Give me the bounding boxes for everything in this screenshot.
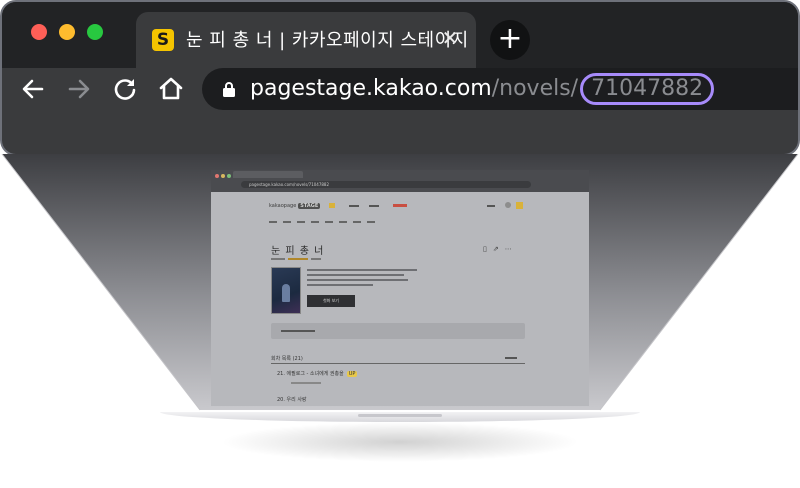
mini-browser-chrome: pagestage.kakao.com/novels/71047882 — [211, 170, 589, 192]
mini-sort-toggle — [505, 355, 517, 360]
mini-url-text: pagestage.kakao.com/novels/71047882 — [249, 182, 330, 187]
mini-site-logo: kakaopage STAGE — [269, 203, 321, 209]
mini-notice-box — [271, 323, 525, 339]
mini-novel-title: 눈 피 총 너 — [271, 246, 325, 257]
home-icon[interactable] — [154, 72, 188, 106]
mini-stage-icon — [516, 202, 523, 209]
mini-episode-number: 20. — [277, 397, 285, 403]
mini-episode-row: 20. 우리 사랑 — [277, 396, 307, 403]
mini-maximize-dot — [227, 174, 231, 178]
mini-bookmark-icon: ▯ — [483, 245, 493, 253]
browser-window: S 눈 피 총 너 | 카카오페이지 스테이지 ✕ + pagestage.ka… — [0, 0, 800, 156]
mini-novel-meta — [271, 256, 321, 261]
laptop-screen: pagestage.kakao.com/novels/71047882 kaka… — [211, 170, 589, 406]
mini-nav-icon — [329, 203, 335, 208]
url-path: /novels/ — [491, 76, 579, 101]
mini-nav-item — [349, 205, 359, 207]
mini-subnav — [269, 219, 381, 224]
mini-notice-text — [281, 330, 315, 332]
mini-avatar — [505, 202, 511, 208]
url-domain: pagestage.kakao.com — [250, 76, 492, 101]
url-novel-id-highlight: 71047882 — [580, 73, 715, 105]
mini-minimize-dot — [221, 174, 225, 178]
mini-episode-row: 21. 에필로그 - 소녀에게 권총을 UP — [277, 370, 358, 377]
mini-logo-text: kakaopage — [269, 203, 297, 209]
mini-nav-badge — [393, 204, 407, 207]
maximize-window-button[interactable] — [87, 24, 103, 40]
back-arrow-icon[interactable] — [16, 72, 50, 106]
mini-cover-image — [271, 267, 301, 314]
mini-close-dot — [215, 174, 219, 178]
minimize-window-button[interactable] — [59, 24, 75, 40]
laptop-notch — [358, 414, 442, 417]
new-tab-button[interactable]: + — [490, 20, 530, 60]
mini-episode-badge: UP — [346, 371, 358, 377]
mini-action-icons: ▯⇗⋯ — [483, 245, 518, 253]
mini-episode-number: 21. — [277, 371, 285, 377]
mini-episode-title: 에필로그 - 소녀에게 권총을 — [286, 371, 344, 377]
reload-icon[interactable] — [108, 72, 142, 106]
forward-arrow-icon[interactable] — [62, 72, 96, 106]
mini-episode-list-label: 회차 목록 (21) — [271, 356, 303, 362]
mini-logo-badge: STAGE — [298, 203, 321, 209]
mini-nav-login — [487, 205, 495, 207]
mini-address-bar: pagestage.kakao.com/novels/71047882 — [241, 181, 531, 188]
browser-toolbar: pagestage.kakao.com/novels/71047882 — [2, 68, 798, 114]
mini-description — [307, 269, 417, 291]
tab-title: 눈 피 총 너 | 카카오페이지 스테이지 — [186, 30, 469, 51]
mini-share-icon: ⇗ — [492, 245, 505, 253]
stage-favicon-icon: S — [152, 29, 174, 51]
mini-read-button: 첫화 보기 — [307, 295, 355, 307]
mini-nav-item — [369, 205, 379, 207]
close-window-button[interactable] — [31, 24, 47, 40]
mini-episode-meta — [291, 381, 321, 385]
address-bar[interactable]: pagestage.kakao.com/novels/71047882 — [202, 68, 798, 110]
lock-icon — [222, 81, 236, 97]
url-text: pagestage.kakao.com/novels/71047882 — [250, 73, 715, 105]
mini-more-icon: ⋯ — [504, 245, 518, 253]
browser-tab[interactable]: S 눈 피 총 너 | 카카오페이지 스테이지 ✕ — [136, 12, 476, 68]
tab-strip: S 눈 피 총 너 | 카카오페이지 스테이지 ✕ + — [2, 2, 798, 68]
mini-divider — [271, 363, 525, 364]
laptop-shadow — [220, 422, 580, 462]
mini-episode-title: 우리 사랑 — [286, 397, 307, 403]
mini-tab — [233, 171, 303, 178]
tab-close-icon[interactable]: ✕ — [438, 26, 462, 50]
